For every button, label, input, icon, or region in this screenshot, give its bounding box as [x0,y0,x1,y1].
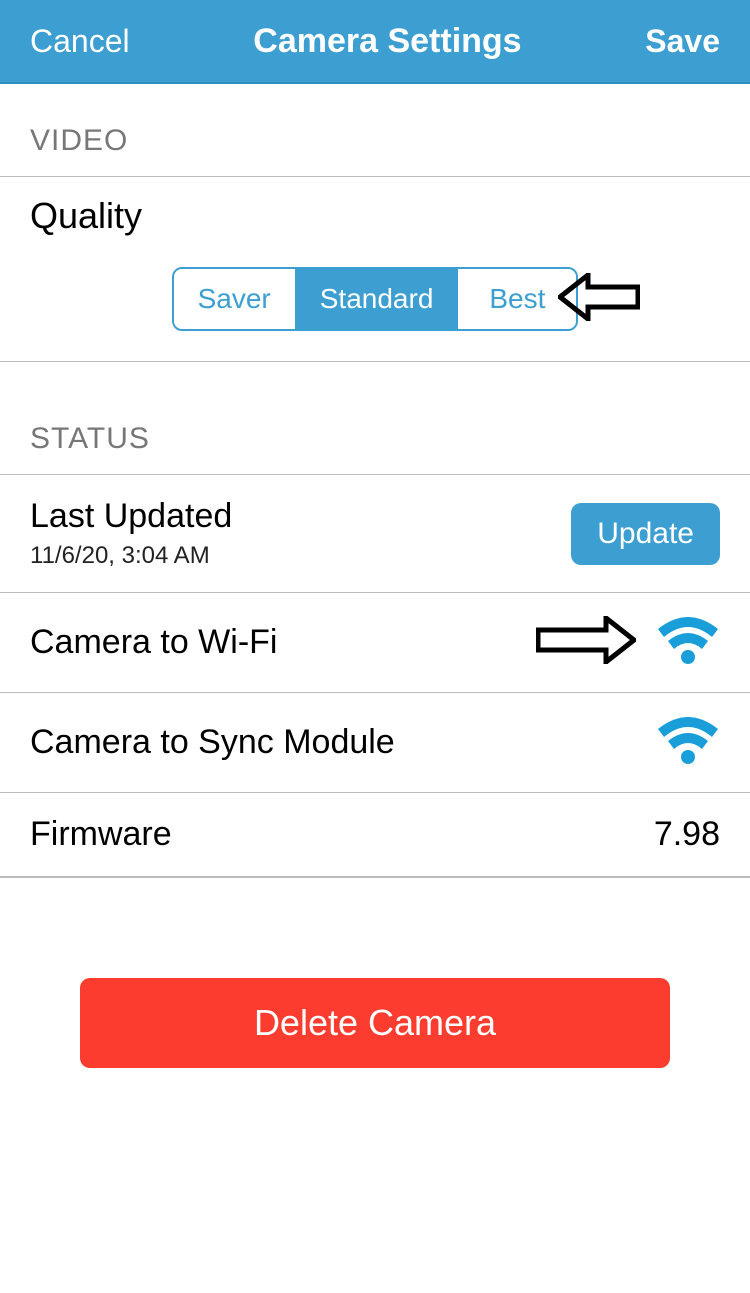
last-updated-text: Last Updated 11/6/20, 3:04 AM [30,497,232,570]
last-updated-label: Last Updated [30,497,232,536]
firmware-row: Firmware 7.98 [0,793,750,877]
navbar: Cancel Camera Settings Save [0,0,750,84]
wifi-icon [656,615,720,670]
segment-standard[interactable]: Standard [296,269,459,329]
camera-wifi-label: Camera to Wi-Fi [30,623,277,662]
segmented-row: Saver Standard Best [30,267,720,331]
firmware-value: 7.98 [654,815,720,854]
update-button[interactable]: Update [571,503,720,565]
cancel-button[interactable]: Cancel [30,23,130,60]
video-section-header: VIDEO [0,84,750,176]
save-button[interactable]: Save [645,23,720,60]
segment-saver[interactable]: Saver [174,269,296,329]
firmware-label: Firmware [30,815,172,854]
arrow-left-icon [558,273,640,326]
camera-sync-label: Camera to Sync Module [30,723,395,762]
quality-label: Quality [30,195,720,237]
page-title: Camera Settings [253,22,521,61]
quality-segmented-control: Saver Standard Best [172,267,579,331]
arrow-right-icon [536,616,636,669]
last-updated-value: 11/6/20, 3:04 AM [30,542,232,570]
quality-block: Quality Saver Standard Best [0,177,750,361]
camera-wifi-row: Camera to Wi-Fi [0,593,750,693]
wifi-icon [656,715,720,770]
status-section-header: STATUS [0,362,750,474]
delete-camera-button[interactable]: Delete Camera [80,978,670,1068]
last-updated-row: Last Updated 11/6/20, 3:04 AM Update [0,474,750,593]
camera-sync-row: Camera to Sync Module [0,693,750,793]
delete-wrap: Delete Camera [0,878,750,1068]
camera-wifi-right [536,615,720,670]
